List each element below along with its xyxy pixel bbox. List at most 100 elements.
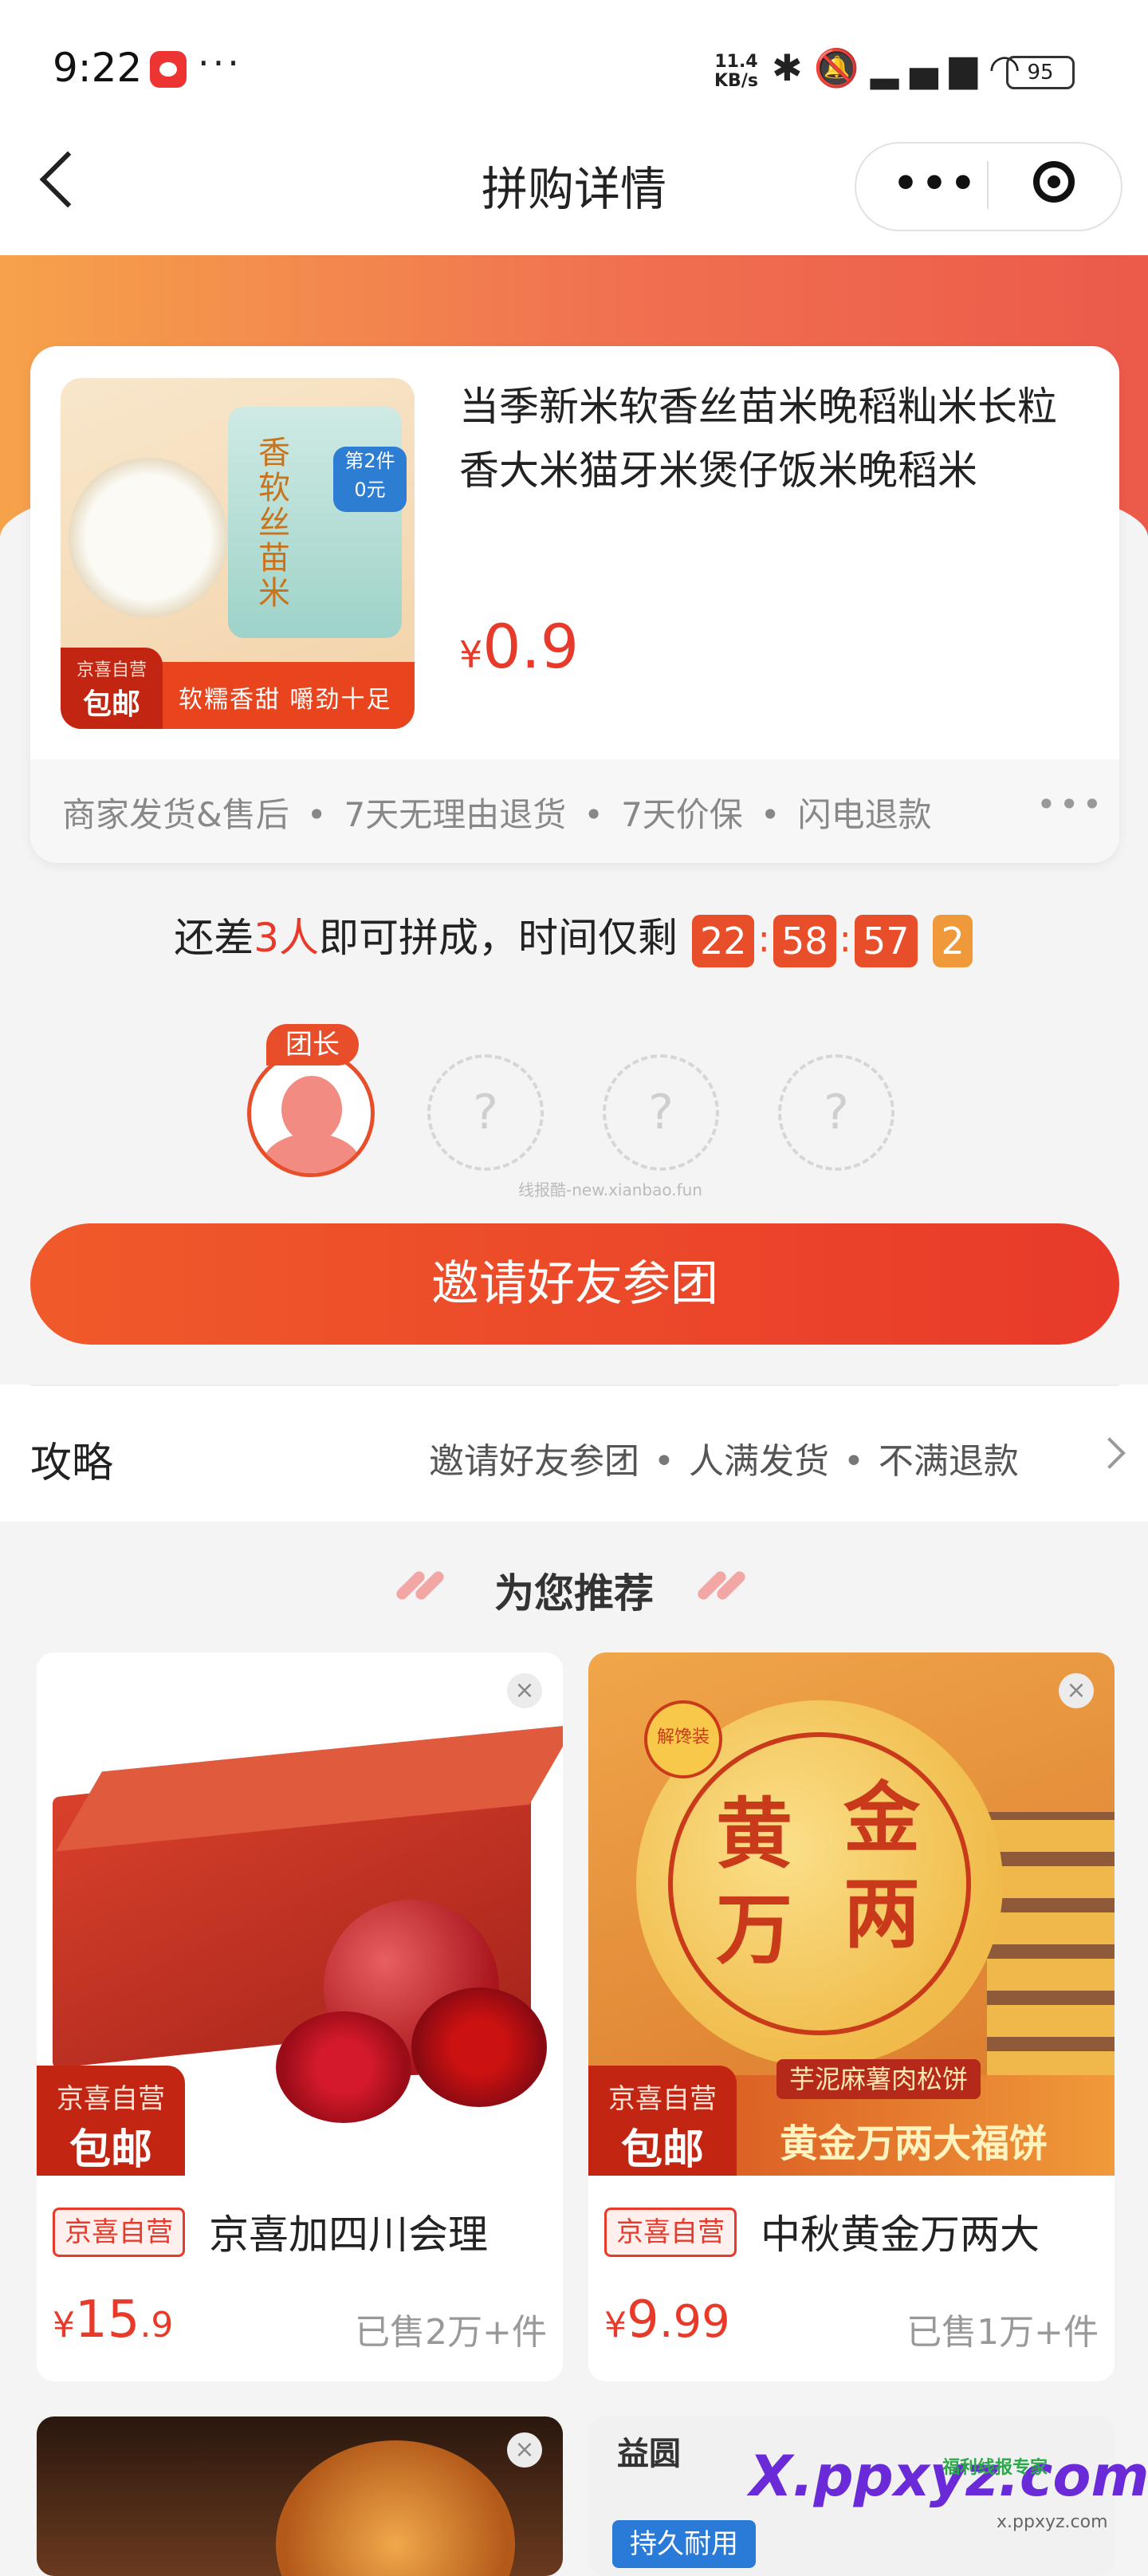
product-title[interactable]: 当季新米软香丝苗米晚稻籼米长粒香大米猫牙米煲仔饭米晚稻米 [459, 375, 1081, 502]
countdown-minutes: 58 [773, 914, 836, 967]
countdown-seconds: 57 [855, 914, 918, 967]
self-operated-badge: 京喜自营 [53, 2208, 185, 2257]
brand-small: 京喜自营 [76, 660, 147, 680]
group-countdown: 还差3人即可拼成，时间仅剩 22:58:57 2 [0, 906, 1148, 967]
sold-count: 已售2万+件 [355, 2312, 547, 2353]
countdown-people: 3人 [254, 915, 320, 961]
product-price: ¥15.9 [53, 2290, 173, 2350]
capsule-divider [987, 161, 989, 209]
close-icon[interactable]: × [507, 1673, 542, 1708]
product-tag: 持久耐用 [612, 2520, 756, 2568]
bag-text: 香软丝苗米 [258, 435, 290, 612]
recommend-card[interactable]: 黄 金 万 两 解馋装 芋泥麻薯肉松饼 黄金万两大福饼 京喜自营 包邮 × 京喜… [588, 1652, 1115, 2381]
status-time: 9:22 [53, 45, 143, 91]
services-more-button[interactable]: ••• [1036, 785, 1105, 824]
leader-avatar[interactable] [247, 1050, 375, 1177]
mooncake-stack [987, 1812, 1115, 2083]
signal-icon: ▂▄▆ [870, 46, 989, 89]
cake-char: 金 [843, 1773, 920, 1863]
price-currency: ¥ [604, 2305, 627, 2346]
strategy-title: 攻略 [30, 1440, 114, 1487]
countdown-suffix: 即可拼成，时间仅剩 [319, 915, 678, 961]
avatar-body [262, 1133, 361, 1173]
service-item: 7天价保 [621, 795, 743, 834]
pomegranate-image: 京喜自营 包邮 [37, 1652, 563, 2176]
mooncake-image [276, 2440, 515, 2576]
brand-logo: 益圆 [617, 2436, 681, 2472]
product-name: 京喜加四川会理 [209, 2212, 488, 2258]
service-item: 7天无理由退货 [344, 795, 567, 834]
price-int: 9 [627, 2290, 659, 2350]
image-title: 黄金万两大福饼 [780, 2121, 1048, 2166]
service-list[interactable]: 商家发货&售后 • 7天无理由退货 • 7天价保 • 闪电退款 [62, 788, 932, 837]
mooncake-ring [668, 1732, 971, 2035]
price-dec: .99 [659, 2296, 730, 2348]
product-image[interactable]: 香软丝苗米 第2件 0元 京喜自营 包邮 软糯香甜 嚼劲十足 [61, 378, 415, 729]
countdown-tenths: 2 [933, 914, 973, 967]
recommend-card[interactable]: 京喜自营 包邮 × 京喜自营 京喜加四川会理 ¥15.9 已售2万+件 [37, 1652, 563, 2381]
cake-char: 两 [843, 1869, 920, 1959]
product-price: ¥9.99 [604, 2290, 730, 2350]
cake-char: 万 [716, 1885, 792, 1975]
mute-icon: 🔕 [813, 46, 871, 89]
pomegranate-seeds [276, 2011, 411, 2123]
countdown-prefix: 还差 [174, 915, 254, 961]
invite-friends-button[interactable]: 邀请好友参团 [30, 1223, 1119, 1345]
second-item-badge: 第2件 0元 [333, 447, 407, 512]
empty-member-slot[interactable]: ? [603, 1054, 719, 1171]
rice-bag-image [228, 407, 402, 638]
strategy-step: 不满退款 [878, 1441, 1019, 1482]
empty-member-slot[interactable]: ? [778, 1054, 894, 1171]
site-watermark-sub: 福利线报专家 [942, 2458, 1048, 2478]
network-speed-value: 11.4 [714, 52, 758, 72]
free-shipping-tag: 京喜自营 包邮 [37, 2066, 185, 2176]
badge-line2: 0元 [354, 479, 386, 501]
sold-count: 已售1万+件 [906, 2312, 1099, 2353]
service-item: 商家发货&售后 [62, 795, 289, 834]
status-more-dots: ··· [198, 41, 242, 85]
product-name: 中秋黄金万两大 [761, 2212, 1040, 2258]
close-icon[interactable]: × [1059, 1673, 1094, 1708]
bluetooth-icon: ✱ [772, 46, 814, 89]
image-watermark: 线报酷-new.xianbao.fun [518, 1180, 702, 1199]
image-subtitle: 芋泥麻薯肉松饼 [776, 2059, 981, 2099]
free-shipping-tag: 京喜自营 包邮 [588, 2066, 737, 2176]
network-speed-unit: KB/s [714, 71, 758, 91]
more-menu-button[interactable]: ••• [893, 163, 979, 203]
self-operated-badge: 京喜自营 [604, 2208, 737, 2257]
divider [30, 1385, 1119, 1386]
close-miniprogram-icon[interactable] [1033, 161, 1075, 203]
app-notification-icon [150, 51, 187, 88]
close-icon[interactable]: × [507, 2432, 542, 2468]
decor-stripes-icon [690, 1569, 748, 1602]
price-value: 0.9 [482, 611, 580, 682]
free-shipping-label: 包邮 [620, 2126, 704, 2174]
free-shipping-label: 包邮 [69, 2126, 152, 2174]
price-currency: ¥ [459, 633, 483, 676]
service-item: 闪电退款 [797, 795, 932, 834]
price-currency: ¥ [53, 2305, 75, 2346]
brand-small: 京喜自营 [57, 2083, 165, 2115]
recommend-card[interactable]: × [37, 2416, 563, 2576]
cake-char: 黄 [716, 1789, 792, 1879]
pomegranate-seeds [411, 1987, 547, 2107]
product-price: ¥0.9 [459, 611, 579, 682]
site-watermark-url: x.ppxyz.com [997, 2512, 1108, 2532]
price-int: 15 [75, 2290, 140, 2350]
strategy-steps: 邀请好友参团 • 人满发货 • 不满退款 [429, 1441, 1019, 1482]
strategy-step: 邀请好友参团 [429, 1441, 639, 1482]
strategy-step: 人满发货 [688, 1441, 829, 1482]
empty-member-slot[interactable]: ? [427, 1054, 544, 1171]
network-speed: 11.4 KB/s [714, 53, 758, 91]
battery-icon: 95 [1006, 56, 1075, 89]
recommend-title: 为您推荐 [494, 1570, 654, 1617]
countdown-hours: 22 [691, 914, 755, 967]
badge-line1: 第2件 [344, 450, 395, 472]
mooncake-image: 黄 金 万 两 解馋装 芋泥麻薯肉松饼 黄金万两大福饼 京喜自营 包邮 [588, 1652, 1115, 2176]
leader-badge: 团长 [266, 1024, 359, 1065]
price-dec: .9 [140, 2305, 174, 2346]
brand-small: 京喜自营 [608, 2083, 717, 2115]
snack-badge: 解馋装 [644, 1700, 722, 1778]
rice-bowl-image [69, 458, 228, 617]
free-shipping-label: 包邮 [82, 688, 140, 721]
